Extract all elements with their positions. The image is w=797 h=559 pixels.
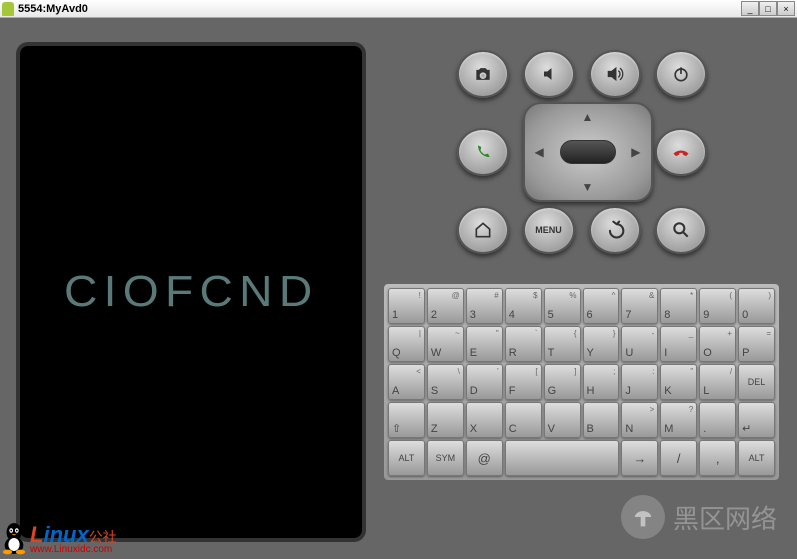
window-title: 5554:MyAvd0 <box>18 3 88 15</box>
key-5[interactable]: 5% <box>544 288 581 324</box>
key-[interactable]: / <box>660 440 697 476</box>
key-d[interactable]: D' <box>466 364 503 400</box>
end-call-button[interactable] <box>655 128 707 176</box>
key-t[interactable]: T{ <box>544 326 581 362</box>
volume-up-button[interactable] <box>589 50 641 98</box>
key-s[interactable]: S\ <box>427 364 464 400</box>
key-a[interactable]: A< <box>388 364 425 400</box>
window-titlebar: 5554:MyAvd0 _ □ × <box>0 0 797 18</box>
dpad: ▲ ▼ ◀ ▶ <box>523 102 653 202</box>
dpad-down[interactable]: ▼ <box>582 180 594 194</box>
maximize-button[interactable]: □ <box>759 1 777 16</box>
key-c[interactable]: C <box>505 402 542 438</box>
key-1[interactable]: 1! <box>388 288 425 324</box>
hardware-buttons: ▲ ▼ ◀ ▶ MENU <box>382 42 781 254</box>
volume-up-icon <box>605 64 625 84</box>
key-l[interactable]: L/ <box>699 364 736 400</box>
end-call-icon <box>671 142 691 162</box>
emulator-content: CIOFCND ▲ ▼ <box>0 18 797 559</box>
call-button[interactable] <box>457 128 509 176</box>
search-button[interactable] <box>655 206 707 254</box>
key-r[interactable]: R` <box>505 326 542 362</box>
minimize-button[interactable]: _ <box>741 1 759 16</box>
device-frame: CIOFCND <box>16 42 366 542</box>
camera-icon <box>473 64 493 84</box>
key-q[interactable]: Q| <box>388 326 425 362</box>
key-g[interactable]: G] <box>544 364 581 400</box>
key-b[interactable]: B <box>583 402 620 438</box>
key-j[interactable]: J: <box>621 364 658 400</box>
controls-panel: ▲ ▼ ◀ ▶ MENU <box>382 42 781 543</box>
key-o[interactable]: O+ <box>699 326 736 362</box>
key-m[interactable]: M? <box>660 402 697 438</box>
power-button[interactable] <box>655 50 707 98</box>
key-y[interactable]: Y} <box>583 326 620 362</box>
key-3[interactable]: 3# <box>466 288 503 324</box>
search-icon <box>671 220 691 240</box>
key-alt[interactable]: ALT <box>738 440 775 476</box>
dpad-center[interactable] <box>560 140 616 164</box>
key-[interactable]: @ <box>466 440 503 476</box>
call-icon <box>473 142 493 162</box>
key-[interactable]: . <box>699 402 736 438</box>
key-alt[interactable]: ALT <box>388 440 425 476</box>
close-button[interactable]: × <box>777 1 795 16</box>
key-sym[interactable]: SYM <box>427 440 464 476</box>
volume-down-icon <box>539 64 559 84</box>
home-button[interactable] <box>457 206 509 254</box>
camera-button[interactable] <box>457 50 509 98</box>
key-i[interactable]: I_ <box>660 326 697 362</box>
key-del[interactable]: DEL <box>738 364 775 400</box>
dpad-left[interactable]: ◀ <box>535 145 544 159</box>
key-z[interactable]: Z <box>427 402 464 438</box>
menu-label: MENU <box>535 225 562 235</box>
key-[interactable]: ↵ <box>738 402 775 438</box>
key-h[interactable]: H; <box>583 364 620 400</box>
key-n[interactable]: N> <box>621 402 658 438</box>
key-u[interactable]: U- <box>621 326 658 362</box>
home-icon <box>473 220 493 240</box>
key-8[interactable]: 8* <box>660 288 697 324</box>
key-[interactable]: → <box>621 440 658 476</box>
key-e[interactable]: E" <box>466 326 503 362</box>
keyboard: 1!2@3#4$5%6^7&8*9(0) Q|W~E"R`T{Y}U-I_O+P=… <box>382 282 781 482</box>
key-0[interactable]: 0) <box>738 288 775 324</box>
key-x[interactable]: X <box>466 402 503 438</box>
key-k[interactable]: K" <box>660 364 697 400</box>
menu-button[interactable]: MENU <box>523 206 575 254</box>
key-4[interactable]: 4$ <box>505 288 542 324</box>
android-boot-logo: CIOFCND <box>64 267 319 317</box>
dpad-up[interactable]: ▲ <box>582 110 594 124</box>
key-w[interactable]: W~ <box>427 326 464 362</box>
key-f[interactable]: F[ <box>505 364 542 400</box>
device-screen[interactable]: CIOFCND <box>20 46 362 538</box>
key-[interactable]: , <box>699 440 736 476</box>
key-9[interactable]: 9( <box>699 288 736 324</box>
key-[interactable]: ⇧ <box>388 402 425 438</box>
volume-down-button[interactable] <box>523 50 575 98</box>
back-button[interactable] <box>589 206 641 254</box>
dpad-right[interactable]: ▶ <box>631 145 640 159</box>
power-icon <box>671 64 691 84</box>
key-7[interactable]: 7& <box>621 288 658 324</box>
key-2[interactable]: 2@ <box>427 288 464 324</box>
key-6[interactable]: 6^ <box>583 288 620 324</box>
key-space[interactable] <box>505 440 620 476</box>
watermark-linuxidc: Linux公社 www.Linuxidc.com <box>0 521 117 555</box>
back-icon <box>605 220 625 240</box>
key-v[interactable]: V <box>544 402 581 438</box>
android-icon <box>2 2 14 16</box>
key-p[interactable]: P= <box>738 326 775 362</box>
tux-icon <box>0 521 28 555</box>
